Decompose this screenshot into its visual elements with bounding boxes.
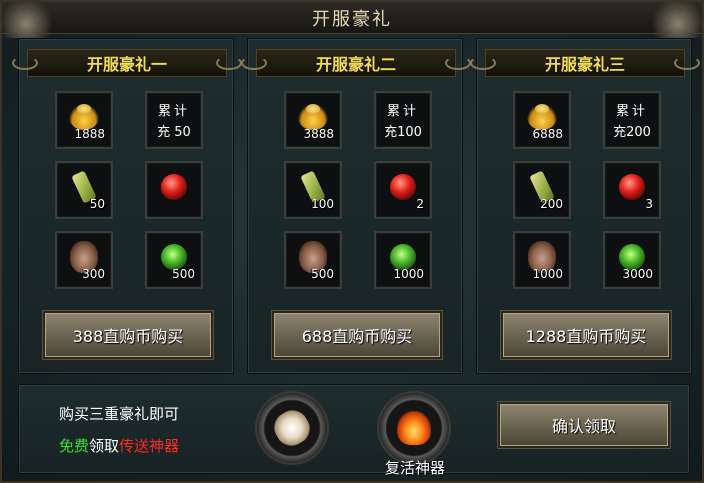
item-qty: 6888	[532, 127, 563, 141]
item-qty: 2	[416, 197, 424, 211]
item-slot-gold-ingot[interactable]: 1888	[55, 91, 113, 149]
item-slot-recharge[interactable]: 累计 充200	[603, 91, 661, 149]
item-slot-recharge[interactable]: 累计 充100	[374, 91, 432, 149]
item-slot-green-orb[interactable]: 500	[145, 231, 203, 289]
green-orb-icon	[161, 243, 187, 270]
recharge-amount: 充100	[384, 125, 422, 140]
swirl-ornament-icon	[241, 56, 267, 70]
item-slot-scroll[interactable]: 100	[284, 161, 342, 219]
item-slot-gold-ingot[interactable]: 3888	[284, 91, 342, 149]
gold-ingot-icon	[527, 103, 557, 130]
reward-bar: 购买三重豪礼即可 免费领取传送神器 复活神器 确认领取	[18, 384, 690, 477]
gift-pack-3: 开服豪礼三 6888 累计 充200 200 3 1000 3000 1288直…	[470, 38, 700, 374]
item-qty: 50	[89, 197, 105, 211]
green-orb-icon	[390, 243, 416, 270]
confirm-claim-button[interactable]: 确认领取	[498, 402, 670, 448]
swirl-ornament-icon	[470, 56, 496, 70]
recharge-label: 累计	[615, 104, 648, 119]
gold-ingot-icon	[69, 103, 99, 130]
recharge-amount: 充 50	[157, 125, 191, 140]
teleport-artifact-slot[interactable]	[257, 393, 327, 463]
item-qty: 3888	[303, 127, 334, 141]
item-qty: 200	[540, 197, 563, 211]
red-gem-icon	[619, 173, 645, 200]
promo-text: 购买三重豪礼即可	[59, 405, 180, 423]
item-slot-pine-cone[interactable]: 500	[284, 231, 342, 289]
swirl-ornament-icon	[674, 56, 700, 70]
dragon-ornament-icon	[650, 2, 704, 38]
dragon-ornament-icon	[0, 2, 54, 38]
item-qty: 3	[645, 197, 653, 211]
promo-artifact: 传送神器	[119, 437, 180, 455]
item-slot-recharge[interactable]: 累计 充 50	[145, 91, 203, 149]
pack-header: 开服豪礼三	[470, 49, 700, 77]
swirl-ornament-icon	[12, 56, 38, 70]
pack-header: 开服豪礼二	[241, 49, 471, 77]
title-bar: 开服豪礼	[0, 2, 704, 38]
revive-artifact-slot[interactable]	[379, 393, 449, 463]
item-slot-green-orb[interactable]: 1000	[374, 231, 432, 289]
pack-header: 开服豪礼一	[12, 49, 242, 77]
revive-flame-icon	[397, 411, 431, 445]
gift-pack-1: 开服豪礼一 1888 累计 充 50 50 300 500 388直购币购买	[12, 38, 242, 374]
gift-pack-2: 开服豪礼二 3888 累计 充100 100 2 500 1000 688直购币…	[241, 38, 471, 374]
item-slot-pine-cone[interactable]: 1000	[513, 231, 571, 289]
item-slot-green-orb[interactable]: 3000	[603, 231, 661, 289]
swirl-ornament-icon	[216, 56, 242, 70]
pack-title: 开服豪礼三	[544, 55, 625, 74]
green-orb-icon	[619, 243, 645, 270]
item-qty: 500	[311, 267, 334, 281]
gold-ingot-icon	[298, 103, 328, 130]
item-qty: 1000	[532, 267, 563, 281]
window-title: 开服豪礼	[312, 8, 392, 30]
swirl-ornament-icon	[445, 56, 471, 70]
item-qty: 500	[172, 267, 195, 281]
pack-title: 开服豪礼一	[86, 55, 167, 74]
item-slot-red-gem[interactable]	[145, 161, 203, 219]
promo-free: 免费	[59, 437, 90, 455]
item-qty: 100	[311, 197, 334, 211]
promo-get: 领取	[89, 437, 120, 455]
red-gem-icon	[161, 173, 187, 200]
item-slot-red-gem[interactable]: 2	[374, 161, 432, 219]
recharge-label: 累计	[157, 104, 190, 119]
item-slot-scroll[interactable]: 200	[513, 161, 571, 219]
buy-pack-3-button[interactable]: 1288直购币购买	[501, 311, 671, 359]
item-qty: 1000	[393, 267, 424, 281]
item-slot-scroll[interactable]: 50	[55, 161, 113, 219]
pack-title: 开服豪礼二	[315, 55, 396, 74]
recharge-label: 累计	[386, 104, 419, 119]
buy-pack-1-button[interactable]: 388直购币购买	[43, 311, 213, 359]
recharge-amount: 充200	[613, 125, 651, 140]
item-slot-pine-cone[interactable]: 300	[55, 231, 113, 289]
revive-artifact-name: 复活神器	[384, 459, 445, 477]
teleport-glove-icon	[268, 404, 316, 452]
buy-pack-2-button[interactable]: 688直购币购买	[272, 311, 442, 359]
item-qty: 300	[82, 267, 105, 281]
item-slot-gold-ingot[interactable]: 6888	[513, 91, 571, 149]
promo-reward-text: 免费领取传送神器	[59, 435, 179, 456]
item-qty: 1888	[74, 127, 105, 141]
item-slot-red-gem[interactable]: 3	[603, 161, 661, 219]
red-gem-icon	[390, 173, 416, 200]
gift-window: 开服豪礼 开服豪礼一 1888 累计 充 50 50 300 500 388直购…	[0, 0, 704, 483]
item-qty: 3000	[622, 267, 653, 281]
